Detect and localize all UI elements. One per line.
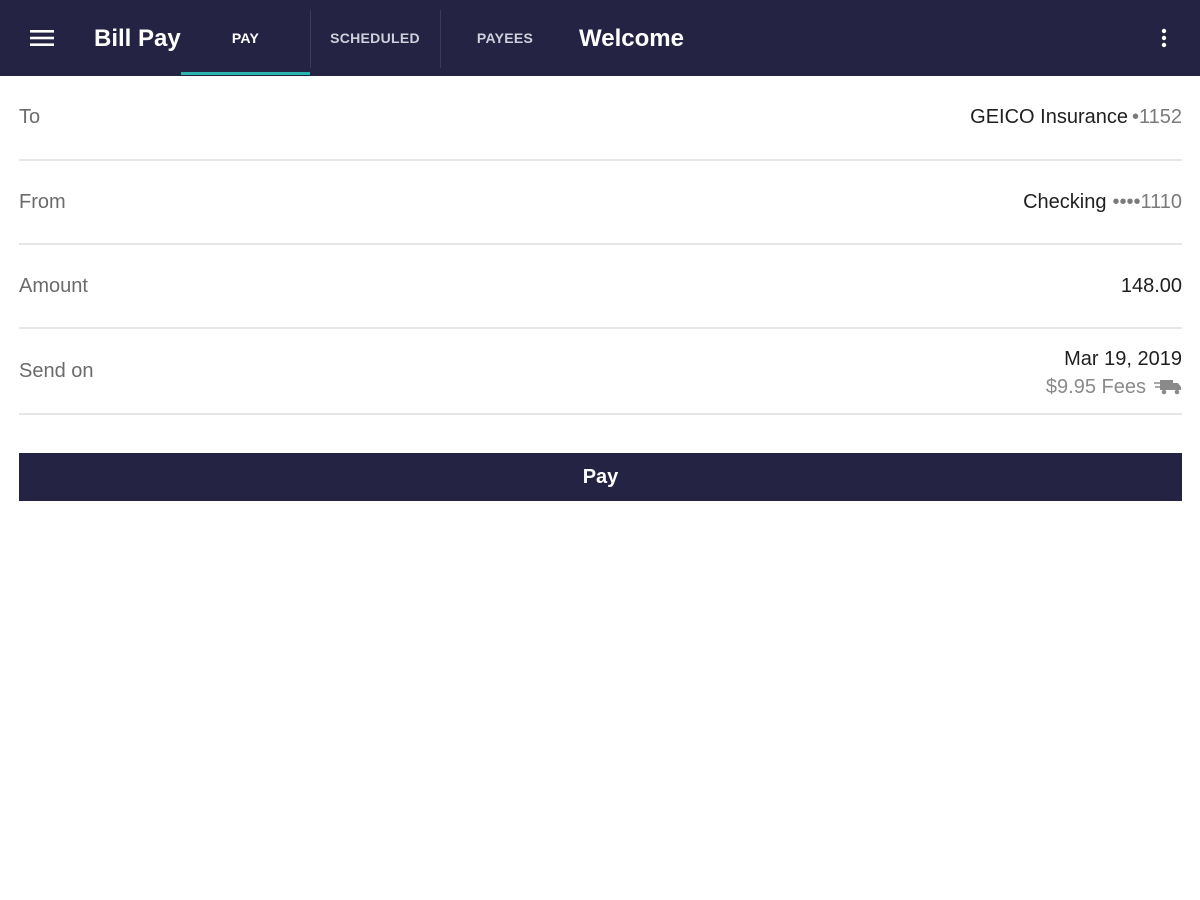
to-label: To bbox=[19, 106, 41, 128]
send-on-row[interactable]: Send on Mar 19, 2019 $9.95 Fees bbox=[19, 329, 1182, 415]
from-account-value: Checking ••••1110 bbox=[1023, 161, 1182, 243]
payee-row[interactable]: To GEICO Insurance •1152 bbox=[19, 76, 1182, 161]
welcome-heading: Welcome bbox=[579, 25, 684, 52]
tab-scheduled[interactable]: SCHEDULED bbox=[310, 0, 440, 76]
fees-text: $9.95 Fees bbox=[1045, 376, 1146, 398]
fees-info: $9.95 Fees bbox=[1046, 373, 1182, 401]
amount-row[interactable]: Amount 148.00 bbox=[19, 245, 1182, 329]
more-vertical-icon[interactable] bbox=[1146, 18, 1182, 58]
pay-button[interactable]: Pay bbox=[19, 453, 1182, 501]
amount-value[interactable]: 148.00 bbox=[1121, 245, 1182, 327]
send-on-label: Send on bbox=[19, 359, 94, 382]
tab-pay[interactable]: PAY bbox=[181, 0, 310, 76]
payee-value: GEICO Insurance •1152 bbox=[970, 76, 1182, 159]
from-label: From bbox=[19, 190, 66, 213]
send-on-date: Mar 19, 2019 bbox=[1064, 348, 1182, 370]
app-bar: Bill Pay PAY SCHEDULED PAYEES Welcome bbox=[0, 0, 1200, 76]
tab-payees[interactable]: PAYEES bbox=[440, 0, 570, 76]
from-account-name: Checking bbox=[1023, 190, 1107, 213]
amount-label: Amount bbox=[19, 274, 88, 297]
delivery-truck-icon bbox=[1154, 379, 1182, 395]
from-account-row[interactable]: From Checking ••••1110 bbox=[19, 161, 1182, 245]
payee-name: GEICO Insurance bbox=[970, 106, 1128, 128]
active-tab-indicator bbox=[181, 72, 310, 75]
send-on-value: Mar 19, 2019 $9.95 Fees bbox=[1046, 345, 1182, 401]
hamburger-menu-icon[interactable] bbox=[22, 18, 62, 58]
app-title: Bill Pay bbox=[94, 25, 181, 52]
from-account-mask: ••••1110 bbox=[1112, 190, 1182, 213]
payee-account-mask: •1152 bbox=[1131, 106, 1182, 128]
